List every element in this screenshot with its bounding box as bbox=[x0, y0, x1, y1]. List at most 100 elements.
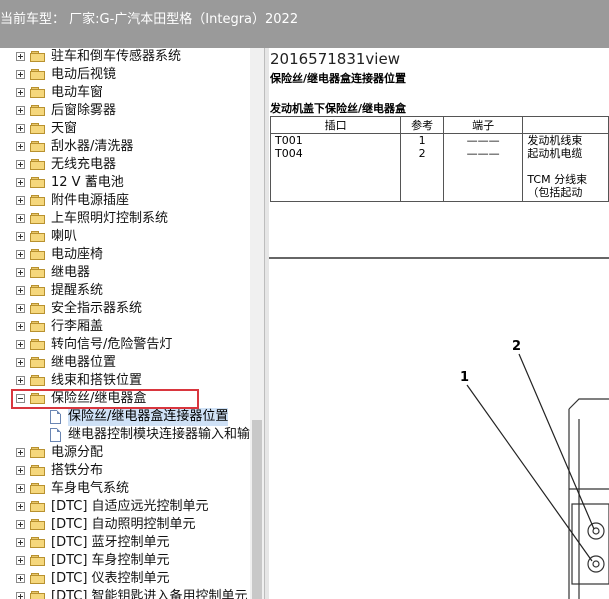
callout-1: 1 bbox=[460, 370, 469, 385]
tree-item[interactable]: 后窗除雾器 bbox=[0, 102, 264, 120]
expand-plus-icon[interactable] bbox=[16, 178, 25, 187]
document-title: 保险丝/继电器盒连接器位置 bbox=[270, 72, 407, 85]
header-connector: 插口 bbox=[269, 116, 402, 134]
expand-plus-icon[interactable] bbox=[16, 142, 25, 151]
folder-icon bbox=[30, 177, 46, 189]
expand-plus-icon[interactable] bbox=[16, 592, 25, 599]
expand-plus-icon[interactable] bbox=[16, 250, 25, 259]
tree-item[interactable]: 上车照明灯控制系统 bbox=[0, 210, 264, 228]
tree-item[interactable]: 搭铁分布 bbox=[0, 462, 264, 480]
tree-item-label: 转向信号/危险警告灯 bbox=[51, 337, 173, 352]
description-line bbox=[527, 160, 604, 173]
tree-item[interactable]: 电动车窗 bbox=[0, 84, 264, 102]
expand-plus-icon[interactable] bbox=[16, 214, 25, 223]
description-cell: 发动机线束 起动机电缆 TCM 分线束 （包括起动 bbox=[522, 133, 609, 202]
expand-plus-icon[interactable] bbox=[16, 484, 25, 493]
section-title: 发动机盖下保险丝/继电器盒 bbox=[270, 102, 407, 115]
tree-scrollbar-thumb[interactable] bbox=[252, 420, 262, 599]
expand-plus-icon[interactable] bbox=[16, 358, 25, 367]
fuse-box-diagram: 2 1 bbox=[460, 339, 609, 599]
expand-plus-icon[interactable] bbox=[16, 574, 25, 583]
tree-item[interactable]: 提醒系统 bbox=[0, 282, 264, 300]
folder-icon bbox=[30, 447, 46, 459]
tree-item-label: 继电器位置 bbox=[51, 355, 117, 370]
expand-plus-icon[interactable] bbox=[16, 502, 25, 511]
expand-plus-icon[interactable] bbox=[16, 124, 25, 133]
expand-plus-icon[interactable] bbox=[16, 160, 25, 169]
expand-plus-icon[interactable] bbox=[16, 304, 25, 313]
callout-2: 2 bbox=[512, 339, 521, 354]
tree-item-label: 继电器 bbox=[51, 265, 91, 280]
tree-item-label: 电动后视镜 bbox=[51, 67, 117, 82]
tree-item[interactable]: 电源分配 bbox=[0, 444, 264, 462]
tree-item[interactable]: 线束和搭铁位置 bbox=[0, 372, 264, 390]
folder-icon bbox=[30, 591, 46, 599]
tree-item[interactable]: [DTC] 自适应远光控制单元 bbox=[0, 498, 264, 516]
expand-plus-icon[interactable] bbox=[16, 232, 25, 241]
tree-item[interactable]: [DTC] 自动照明控制单元 bbox=[0, 516, 264, 534]
table-header-row: 插口 参考 端子 bbox=[269, 116, 609, 134]
folder-icon bbox=[30, 123, 46, 135]
folder-icon bbox=[30, 69, 46, 81]
tree-item[interactable]: 继电器位置 bbox=[0, 354, 264, 372]
tree-item[interactable]: 保险丝/继电器盒连接器位置 bbox=[0, 408, 264, 426]
terminal-2: ——— bbox=[466, 147, 500, 160]
tree-item[interactable]: 继电器 bbox=[0, 264, 264, 282]
tree-item-label: [DTC] 自动照明控制单元 bbox=[51, 517, 196, 532]
tree-item[interactable]: 喇叭 bbox=[0, 228, 264, 246]
tree-item[interactable]: 驻车和倒车传感器系统 bbox=[0, 48, 264, 66]
tree-item[interactable]: 天窗 bbox=[0, 120, 264, 138]
tree-item[interactable]: 电动座椅 bbox=[0, 246, 264, 264]
expand-plus-icon[interactable] bbox=[16, 448, 25, 457]
tree-item[interactable]: 安全指示器系统 bbox=[0, 300, 264, 318]
tree-item[interactable]: [DTC] 车身控制单元 bbox=[0, 552, 264, 570]
expand-plus-icon[interactable] bbox=[16, 520, 25, 529]
tree-item[interactable]: 附件电源插座 bbox=[0, 192, 264, 210]
tree-item[interactable]: 车身电气系统 bbox=[0, 480, 264, 498]
expand-plus-icon[interactable] bbox=[16, 286, 25, 295]
tree-item-label: 搭铁分布 bbox=[51, 463, 104, 478]
folder-icon bbox=[30, 573, 46, 585]
expand-plus-icon[interactable] bbox=[16, 466, 25, 475]
expand-plus-icon[interactable] bbox=[16, 106, 25, 115]
tree-item-label: [DTC] 自适应远光控制单元 bbox=[51, 499, 209, 514]
tree-item-label: [DTC] 智能钥匙进入备用控制单元 bbox=[51, 589, 248, 599]
folder-icon bbox=[30, 141, 46, 153]
expand-plus-icon[interactable] bbox=[16, 70, 25, 79]
tree-item[interactable]: 继电器控制模块连接器输入和输 bbox=[0, 426, 264, 444]
expand-plus-icon[interactable] bbox=[16, 322, 25, 331]
folder-icon bbox=[30, 339, 46, 351]
connector-t001: T001 bbox=[275, 134, 303, 147]
folder-icon bbox=[30, 231, 46, 243]
tree-item[interactable]: 无线充电器 bbox=[0, 156, 264, 174]
tree-item-label: 12 V 蓄电池 bbox=[51, 175, 124, 190]
expand-plus-icon[interactable] bbox=[16, 556, 25, 565]
tree-item[interactable]: [DTC] 仪表控制单元 bbox=[0, 570, 264, 588]
expand-plus-icon[interactable] bbox=[16, 52, 25, 61]
folder-icon bbox=[30, 537, 46, 549]
tree-item[interactable]: 电动后视镜 bbox=[0, 66, 264, 84]
terminal-1: ——— bbox=[466, 134, 500, 147]
tree-item[interactable]: 刮水器/清洗器 bbox=[0, 138, 264, 156]
expand-plus-icon[interactable] bbox=[16, 376, 25, 385]
expand-plus-icon[interactable] bbox=[16, 268, 25, 277]
expand-plus-icon[interactable] bbox=[16, 196, 25, 205]
navigation-tree[interactable]: 驻车和倒车传感器系统 电动后视镜电动车窗 后窗除雾器 天窗 刮水器/清洗器无线充电器 12… bbox=[0, 48, 264, 599]
header-reference: 参考 bbox=[400, 116, 444, 134]
document-icon bbox=[50, 428, 61, 442]
expand-plus-icon[interactable] bbox=[16, 88, 25, 97]
window-title-bar: 当前车型： 厂家:G-广汽本田型格（Integra）2022 bbox=[0, 0, 609, 48]
folder-icon bbox=[30, 519, 46, 531]
tree-item[interactable]: [DTC] 智能钥匙进入备用控制单元 bbox=[0, 588, 264, 599]
expand-plus-icon[interactable] bbox=[16, 538, 25, 547]
connector-cell: T001 T004 bbox=[269, 133, 402, 202]
tree-item[interactable]: 转向信号/危险警告灯 bbox=[0, 336, 264, 354]
tree-item-label: 上车照明灯控制系统 bbox=[51, 211, 169, 226]
folder-icon bbox=[30, 159, 46, 171]
folder-icon bbox=[30, 555, 46, 567]
expand-plus-icon[interactable] bbox=[16, 340, 25, 349]
tree-item[interactable]: 12 V 蓄电池 bbox=[0, 174, 264, 192]
tree-item[interactable]: 行李厢盖 bbox=[0, 318, 264, 336]
tree-item[interactable]: [DTC] 蓝牙控制单元 bbox=[0, 534, 264, 552]
tree-item-label: 刮水器/清洗器 bbox=[51, 139, 134, 154]
